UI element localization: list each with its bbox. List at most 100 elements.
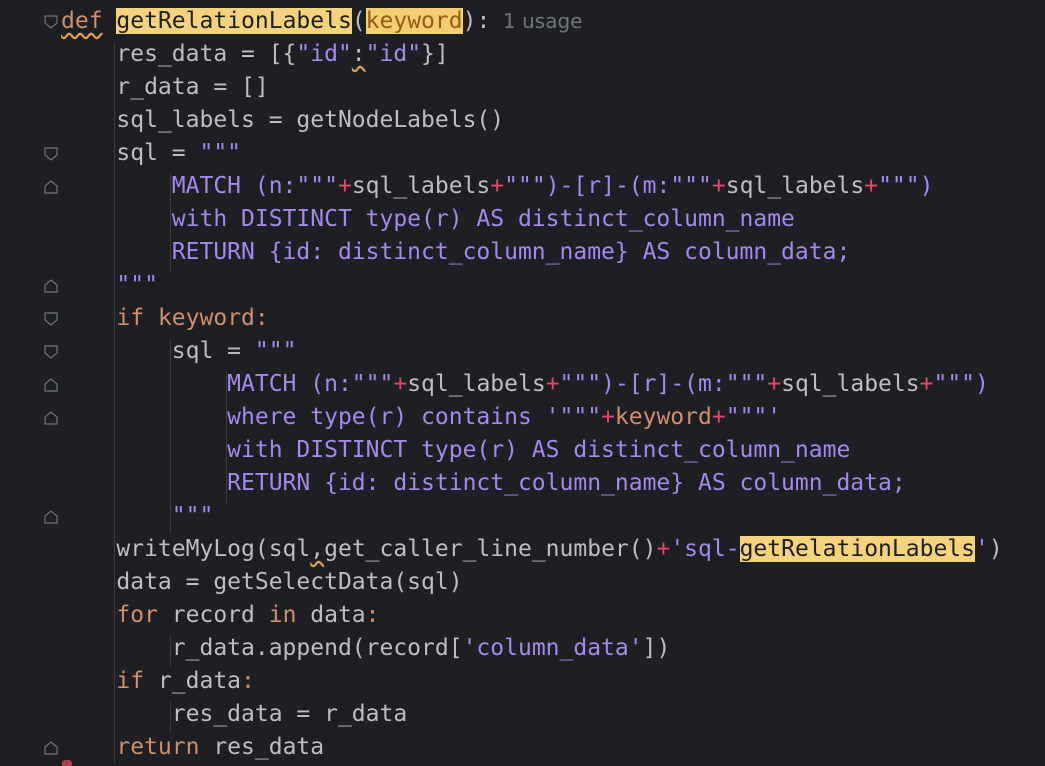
fold-close-icon[interactable] [43, 410, 59, 426]
code-token: ) [975, 371, 989, 397]
code-line[interactable]: RETURN {id: distinct_column_name} AS col… [61, 467, 1003, 500]
code-line[interactable]: r_data.append(record['column_data']) [61, 632, 1003, 665]
code-line[interactable]: MATCH (n:"""+sql_labels+""")-[r]-(m:"""+… [61, 170, 1003, 203]
code-token: sql_labels [725, 173, 865, 199]
code-token: RETURN {id: distinct_column_name} AS col… [227, 470, 906, 496]
code-line[interactable]: writeMyLog(sql,get_caller_line_number()+… [61, 533, 1003, 566]
code-token: """ [254, 338, 297, 364]
code-token: """ [559, 371, 602, 397]
code-line[interactable]: RETURN {id: distinct_column_name} AS col… [61, 236, 1003, 269]
code-token: keyword [157, 305, 255, 331]
code-token: + [919, 371, 934, 397]
code-token: ]) [642, 635, 671, 661]
code-token: keyword [365, 8, 463, 34]
code-line[interactable]: data = getSelectData(sql) [61, 566, 1003, 599]
code-line[interactable]: sql_labels = getNodeLabels() [61, 104, 1003, 137]
code-line[interactable]: """ [61, 500, 1003, 533]
fold-close-icon[interactable] [43, 740, 59, 756]
code-token: get_caller_line_number() [324, 536, 657, 562]
usage-hint[interactable]: 1 usage [490, 9, 582, 33]
code-token: writeMyLog(sql [116, 536, 311, 562]
code-token: "id" [296, 41, 352, 67]
fold-close-icon[interactable] [43, 278, 59, 294]
code-token: """ [933, 371, 976, 397]
code-token: """ [504, 173, 546, 199]
code-token: : [241, 668, 255, 694]
code-lines[interactable]: def getRelationLabels(keyword): 1 usage … [61, 5, 1003, 764]
code-line[interactable]: def getRelationLabels(keyword): 1 usage [61, 5, 1003, 38]
code-token: getRelationLabels [116, 8, 352, 34]
code-token: : [351, 41, 366, 67]
code-token: + [490, 173, 505, 199]
code-editor[interactable]: def getRelationLabels(keyword): 1 usage … [0, 0, 1045, 766]
code-token: + [545, 371, 560, 397]
code-token: res_data = [{ [116, 41, 297, 67]
code-token: in [268, 602, 297, 628]
code-line[interactable]: if keyword: [61, 302, 1003, 335]
code-line[interactable]: """ [61, 269, 1003, 302]
code-token: + [711, 173, 726, 199]
code-token: r_data = [] [116, 74, 269, 100]
code-line[interactable]: sql = """ [61, 137, 1003, 170]
code-token: "id" [365, 41, 422, 67]
code-line[interactable]: with DISTINCT type(r) AS distinct_column… [61, 434, 1003, 467]
code-line[interactable]: where type(r) contains '"""+keyword+"""' [61, 401, 1003, 434]
code-token: with DISTINCT type(r) AS distinct_column… [227, 437, 851, 463]
code-token: """ [725, 371, 768, 397]
code-line[interactable]: res_data = [{"id":"id"}] [61, 38, 1003, 71]
fold-open-icon[interactable] [43, 14, 59, 30]
code-token: sql = [171, 338, 255, 364]
fold-close-icon[interactable] [43, 179, 59, 195]
code-token: MATCH (n: [227, 371, 352, 397]
code-token: getRelationLabels [739, 536, 975, 562]
code-token: """ [171, 503, 214, 529]
code-token: with DISTINCT type(r) AS distinct_column… [171, 206, 795, 232]
code-token: res_data = r_data [171, 701, 408, 727]
code-line[interactable]: with DISTINCT type(r) AS distinct_column… [61, 203, 1003, 236]
code-token: """ [116, 272, 158, 298]
code-token: + [337, 173, 352, 199]
code-line[interactable]: for record in data: [61, 599, 1003, 632]
code-line[interactable]: if r_data: [61, 665, 1003, 698]
code-token: + [601, 404, 615, 430]
code-line[interactable]: MATCH (n:"""+sql_labels+""")-[r]-(m:"""+… [61, 368, 1003, 401]
code-token: """ [296, 173, 338, 199]
code-token: """ [878, 173, 920, 199]
code-token: ( [351, 8, 366, 34]
fold-open-icon[interactable] [43, 146, 59, 162]
code-line[interactable]: res_data = r_data [61, 698, 1003, 731]
code-token: )-[r]-(m: [601, 371, 726, 397]
code-token: ' [767, 404, 782, 430]
fold-open-icon[interactable] [43, 311, 59, 327]
code-line[interactable]: sql = """ [61, 335, 1003, 368]
code-token: + [656, 536, 671, 562]
fold-close-icon[interactable] [43, 509, 59, 525]
code-token: ' [974, 536, 989, 562]
fold-close-icon[interactable] [43, 377, 59, 393]
code-token: RETURN {id: distinct_column_name} AS col… [171, 239, 851, 265]
code-line[interactable]: r_data = [] [61, 71, 1003, 104]
fold-open-icon[interactable] [43, 344, 59, 360]
code-token: sql_labels [407, 371, 546, 397]
code-line[interactable]: return res_data [61, 731, 1003, 764]
code-token: """ [351, 371, 394, 397]
